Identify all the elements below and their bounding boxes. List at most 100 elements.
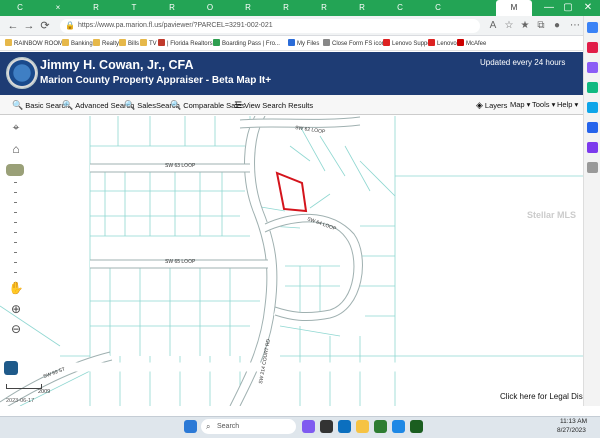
shopping-icon[interactable] [587,42,598,53]
pan-right-icon[interactable] [15,164,24,176]
tools-sidebar-icon[interactable] [587,62,598,73]
excel-icon[interactable] [410,420,423,433]
search-icon: 🔍 [12,100,24,110]
browser-tab[interactable]: C [420,0,456,16]
browser-tab[interactable]: C [382,0,418,16]
teams-icon[interactable] [587,142,598,153]
windows-taskbar [0,416,600,438]
forward-icon[interactable]: → [22,19,36,33]
site-title: Jimmy H. Cowan, Jr., CFA [40,58,194,72]
url-field[interactable]: 🔒 https://www.pa.marion.fl.us/paviewer/?… [60,19,480,33]
folder-icon [140,39,147,46]
browser-tab[interactable]: R [344,0,380,16]
bookmark[interactable]: Close Form FS icon... [323,39,390,49]
taskbar-search[interactable]: ⌕ Search [201,419,296,434]
profile-icon[interactable]: ● [550,19,564,33]
edge-icon[interactable] [338,420,351,433]
layers-button[interactable]: ◈ Layers [476,95,507,115]
tools-menu[interactable]: Tools ▾ [532,95,555,115]
zoom-slider[interactable] [14,182,17,292]
mail-icon[interactable] [392,420,405,433]
bookmarks-bar: RAINBOW ROOM... Banking Realty Bills TV … [0,37,600,51]
address-bar-row: ← → ⟳ 🔒 https://www.pa.marion.fl.us/pavi… [0,16,600,36]
search-icon: 🔍 [124,100,136,110]
bookmark[interactable]: Realty [93,39,119,49]
browser-tab[interactable]: R [306,0,342,16]
clock-time[interactable]: 11:13 AM [560,418,587,425]
bookmark[interactable]: Bills [119,39,139,49]
map-canvas[interactable]: SW 62 LOOP SW 63 LOOP SW 64 LOOP SW 65 L… [0,116,583,406]
browser-tab[interactable]: R [78,0,114,16]
site-icon [158,39,165,46]
help-menu[interactable]: Help ▾ [557,95,578,115]
update-notice: Updated every 24 hours [480,58,566,67]
office-icon[interactable] [587,102,598,113]
store-icon[interactable] [374,420,387,433]
basic-search-button[interactable]: 🔍 Basic Search [12,95,69,115]
home-icon[interactable]: ⌂ [8,142,24,158]
add-sidebar-icon[interactable] [587,162,598,173]
outlook-icon[interactable] [587,122,598,133]
site-icon [428,39,435,46]
list-icon: ☰ [234,100,243,110]
site-icon [288,39,295,46]
view-search-results-button[interactable]: ☰ View Search Results [234,95,313,115]
back-icon[interactable]: ← [6,19,20,33]
browser-tab[interactable]: O [192,0,228,16]
overview-map-icon[interactable] [4,361,18,375]
site-icon [457,39,464,46]
favorites-icon[interactable]: ★ [518,19,532,33]
task-view-icon[interactable] [320,420,333,433]
hand-pan-icon[interactable]: ✋ [8,281,24,297]
collections-icon[interactable]: ⧉ [534,19,548,33]
pan-left-icon[interactable] [6,164,15,176]
bookmark[interactable]: Banking [62,39,93,49]
url-text: https://www.pa.marion.fl.us/paviewer/?PA… [78,22,273,29]
extensions-icon[interactable]: ☆ [502,19,516,33]
roads [0,116,583,406]
search-icon: 🔍 [170,100,182,110]
browser-tab[interactable]: C [2,0,38,16]
zoom-out-icon[interactable]: ⊖ [8,322,24,338]
browser-tab[interactable]: R [268,0,304,16]
parcel-map[interactable]: SW 62 LOOP SW 63 LOOP SW 64 LOOP SW 65 L… [0,116,583,406]
browser-tab[interactable]: R [230,0,266,16]
bookmark[interactable]: McAfee [457,39,486,49]
locate-icon[interactable]: ⌖ [8,120,24,136]
browser-tab[interactable]: × [40,0,76,16]
browser-sidebar [583,16,600,406]
bookmark[interactable]: | Florida Realtors [158,39,213,49]
search-sidebar-icon[interactable] [587,22,598,33]
bookmark[interactable]: Boarding Pass | Fro... [213,39,280,49]
layers-icon: ◈ [476,100,483,110]
selected-parcel[interactable] [275,171,308,213]
folder-icon [5,39,12,46]
site-subtitle: Marion County Property Appraiser - Beta … [40,75,272,86]
minimize-button[interactable]: — [540,0,558,16]
bookmark[interactable]: TV [140,39,157,49]
games-icon[interactable] [587,82,598,93]
bookmark[interactable]: Lenovo [428,39,457,49]
maximize-button[interactable]: ▢ [559,0,577,16]
search-icon: ⌕ [206,422,211,431]
close-window-button[interactable]: ✕ [579,0,597,16]
road-label: SW 63 LOOP [165,163,196,169]
scale-bar [6,384,42,389]
start-icon[interactable] [184,420,197,433]
browser-tab[interactable]: R [154,0,190,16]
browser-tab[interactable]: T [116,0,152,16]
zoom-in-icon[interactable]: ⊕ [8,302,24,318]
active-browser-tab[interactable]: M [496,0,532,16]
clock-date[interactable]: 8/27/2023 [557,427,586,434]
bookmark[interactable]: Lenovo Support [383,39,434,49]
file-explorer-icon[interactable] [356,420,369,433]
lock-icon: 🔒 [65,21,75,30]
read-aloud-icon[interactable]: A [486,19,500,33]
bookmark[interactable]: RAINBOW ROOM... [5,39,68,49]
map-menu[interactable]: Map ▾ [510,95,530,115]
reload-icon[interactable]: ⟳ [38,19,52,33]
bookmark[interactable]: My Files [288,39,319,49]
more-icon[interactable]: ⋯ [568,19,582,33]
app-icon[interactable] [302,420,315,433]
road-label: SW 65 LOOP [165,259,196,265]
